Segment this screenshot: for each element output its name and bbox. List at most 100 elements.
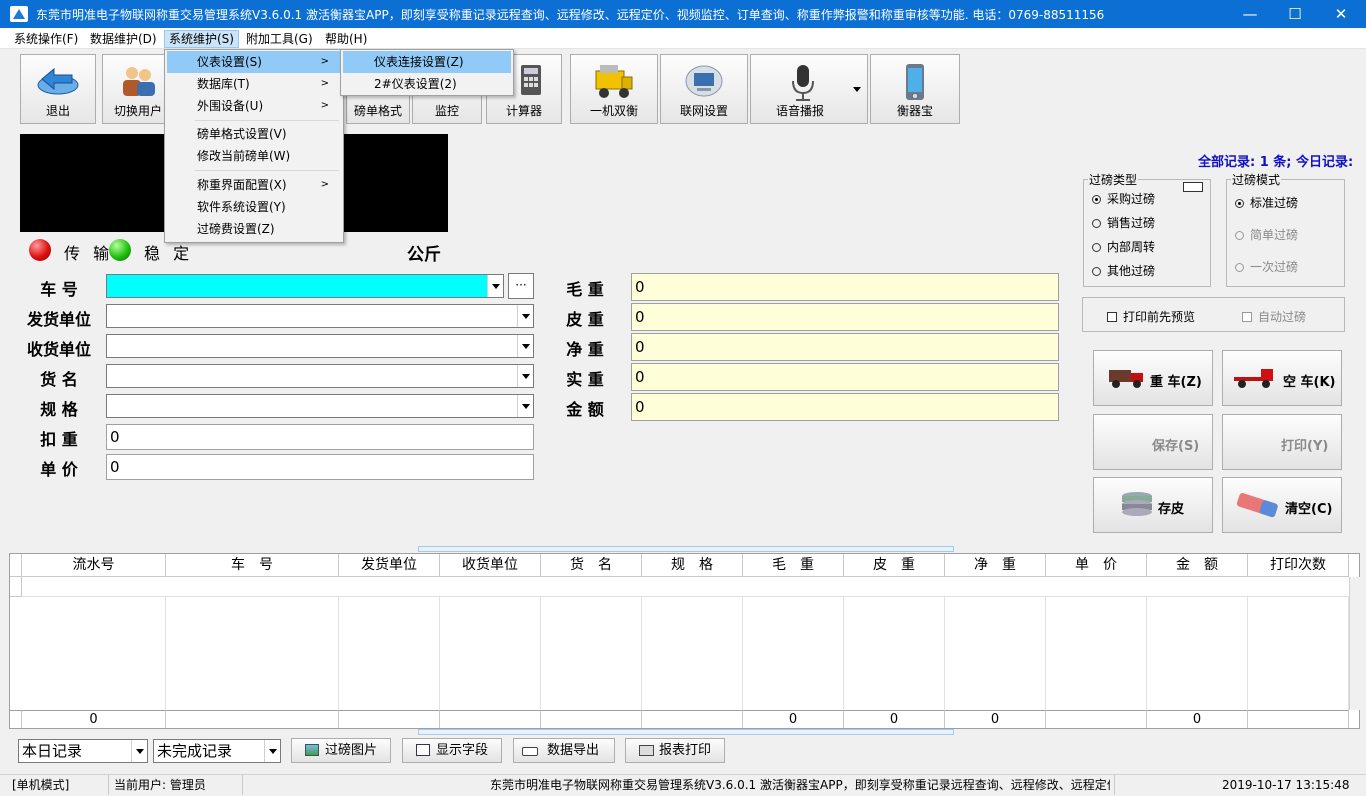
menu-extra-tools[interactable]: 附加工具(G) bbox=[242, 30, 317, 48]
print-button[interactable]: 打印(Y) bbox=[1222, 414, 1342, 470]
menu-system-operation[interactable]: 系统操作(F) bbox=[10, 30, 82, 48]
chevron-down-icon[interactable] bbox=[517, 305, 533, 327]
record-status-select[interactable]: 未完成记录 bbox=[153, 739, 281, 763]
show-fields-button[interactable]: 显示字段 bbox=[402, 738, 502, 763]
menu-item-instrument-2[interactable]: 2#仪表设置(2) bbox=[343, 73, 511, 95]
report-print-label: 报表打印 bbox=[659, 743, 712, 758]
actual-weight-input[interactable]: 0 bbox=[631, 363, 1059, 391]
report-print-button[interactable]: 报表打印 bbox=[625, 738, 725, 763]
column-header[interactable]: 货 名 bbox=[541, 554, 642, 577]
column-header[interactable]: 车 号 bbox=[166, 554, 339, 577]
empty-truck-button[interactable]: 空 车(K) bbox=[1222, 350, 1342, 406]
heavy-truck-button[interactable]: 重 车(Z) bbox=[1093, 350, 1213, 406]
column-header[interactable]: 净 重 bbox=[945, 554, 1046, 577]
chevron-down-icon[interactable] bbox=[264, 740, 280, 762]
exit-button[interactable]: 退出 bbox=[20, 54, 96, 124]
chevron-down-icon[interactable] bbox=[131, 740, 147, 762]
chevron-down-icon[interactable] bbox=[487, 275, 503, 297]
tare-weight-input[interactable]: 0 bbox=[631, 303, 1059, 331]
actual-weight-label: 实 重 bbox=[566, 370, 604, 389]
menu-item-instrument-settings[interactable]: 仪表设置(S) > bbox=[167, 51, 341, 73]
maximize-button[interactable]: ☐ bbox=[1272, 0, 1318, 28]
clear-button[interactable]: 清空(C) bbox=[1222, 477, 1342, 533]
menu-item-slip-format-settings[interactable]: 磅单格式设置(V) bbox=[167, 123, 341, 145]
menu-item-instrument-connection[interactable]: 仪表连接设置(Z) bbox=[343, 51, 511, 73]
unit-label: 公斤 bbox=[407, 245, 441, 265]
splitter-handle[interactable] bbox=[418, 546, 954, 552]
menu-item-edit-current-slip[interactable]: 修改当前磅单(W) bbox=[167, 145, 341, 167]
menu-item-peripherals[interactable]: 外围设备(U) > bbox=[167, 95, 341, 117]
sender-combo[interactable] bbox=[106, 304, 534, 328]
receiver-combo[interactable] bbox=[106, 334, 534, 358]
amount-input[interactable]: 0 bbox=[631, 393, 1059, 421]
radio-once[interactable]: 一次过磅 bbox=[1235, 258, 1298, 275]
splitter-handle-bottom[interactable] bbox=[418, 729, 954, 735]
auto-weigh-checkbox[interactable]: 自动过磅 bbox=[1242, 308, 1306, 325]
plate-combo[interactable] bbox=[106, 274, 504, 298]
weigh-picture-button[interactable]: 过磅图片 bbox=[291, 738, 391, 763]
chevron-down-icon[interactable] bbox=[517, 365, 533, 387]
gross-weight-input[interactable]: 0 bbox=[631, 273, 1059, 301]
row-selector[interactable] bbox=[10, 577, 22, 597]
column-header[interactable]: 流水号 bbox=[22, 554, 166, 577]
menu-item-ui-config[interactable]: 称重界面配置(X) > bbox=[167, 174, 341, 196]
column-header[interactable]: 毛 重 bbox=[743, 554, 844, 577]
column-header[interactable]: 收货单位 bbox=[440, 554, 541, 577]
menu-help[interactable]: 帮助(H) bbox=[321, 30, 371, 48]
stable-label: 稳 定 bbox=[144, 244, 194, 263]
total-cell bbox=[166, 710, 339, 728]
radio-internal[interactable]: 内部周转 bbox=[1092, 238, 1155, 255]
radio-standard[interactable]: 标准过磅 bbox=[1235, 194, 1298, 211]
scale-treasure-button[interactable]: 衡器宝 bbox=[870, 54, 960, 124]
mobile-phone-icon bbox=[906, 64, 924, 100]
exit-label: 退出 bbox=[45, 104, 70, 118]
column-header[interactable]: 金 额 bbox=[1147, 554, 1248, 577]
record-range-select[interactable]: 本日记录 bbox=[18, 739, 148, 763]
column-header[interactable]: 皮 重 bbox=[844, 554, 945, 577]
export-data-button[interactable]: 数据导出 bbox=[513, 738, 615, 763]
column-header[interactable]: 规 格 bbox=[642, 554, 743, 577]
spec-combo[interactable] bbox=[106, 394, 534, 418]
radio-simple[interactable]: 简单过磅 bbox=[1235, 226, 1298, 243]
clear-label: 清空(C) bbox=[1285, 502, 1333, 517]
store-tare-button[interactable]: 存皮 bbox=[1093, 477, 1213, 533]
total-cell bbox=[440, 710, 541, 728]
deduction-input[interactable]: 0 bbox=[106, 424, 534, 450]
radio-sales[interactable]: 销售过磅 bbox=[1092, 214, 1155, 231]
menu-item-database[interactable]: 数据库(T) > bbox=[167, 73, 341, 95]
browse-button[interactable]: ··· bbox=[508, 273, 534, 299]
column-header[interactable]: 打印次数 bbox=[1248, 554, 1349, 577]
unit-price-input[interactable]: 0 bbox=[106, 454, 534, 480]
radio-purchase[interactable]: 采购过磅 bbox=[1092, 190, 1155, 207]
chevron-down-icon[interactable] bbox=[517, 335, 533, 357]
menu-item-software-settings[interactable]: 软件系统设置(Y) bbox=[167, 196, 341, 218]
save-button[interactable]: 保存(S) bbox=[1093, 414, 1213, 470]
status-bar: [单机模式] 当前用户: 管理员 东莞市明准电子物联网称重交易管理系统V3.6.… bbox=[0, 774, 1366, 796]
weigh-type-title: 过磅类型 bbox=[1088, 171, 1139, 188]
chevron-down-icon[interactable] bbox=[517, 395, 533, 417]
minimize-button[interactable]: — bbox=[1227, 0, 1273, 28]
records-table[interactable]: 流水号 车 号 发货单位 收货单位 货 名 规 格 毛 重 皮 重 净 重 单 … bbox=[9, 553, 1360, 729]
printer-icon bbox=[639, 745, 654, 756]
table-row[interactable] bbox=[22, 577, 1349, 597]
dropdown-arrow-icon[interactable] bbox=[853, 87, 861, 92]
deduction-label: 扣 重 bbox=[40, 430, 78, 449]
print-label: 打印(Y) bbox=[1281, 439, 1329, 454]
menu-item-weigh-fee-settings[interactable]: 过磅费设置(Z) bbox=[167, 218, 341, 240]
spec-label: 规 格 bbox=[40, 400, 78, 419]
column-header[interactable]: 发货单位 bbox=[339, 554, 440, 577]
menu-system-maintenance[interactable]: 系统维护(S) bbox=[164, 30, 239, 48]
network-settings-button[interactable]: 联网设置 bbox=[660, 54, 748, 124]
voice-broadcast-button[interactable]: 语音播报 bbox=[750, 54, 868, 124]
vertical-scrollbar[interactable] bbox=[1349, 577, 1360, 710]
dual-scale-button[interactable]: 一机双衡 bbox=[570, 54, 658, 124]
radio-other[interactable]: 其他过磅 bbox=[1092, 262, 1155, 279]
column-header[interactable]: 单 价 bbox=[1046, 554, 1147, 577]
table-body[interactable] bbox=[10, 597, 1349, 710]
preview-before-print-checkbox[interactable]: 打印前先预览 bbox=[1107, 308, 1195, 325]
net-weight-input[interactable]: 0 bbox=[631, 333, 1059, 361]
truck-icon bbox=[1109, 370, 1143, 388]
menu-data-maintenance[interactable]: 数据维护(D) bbox=[86, 30, 161, 48]
goods-combo[interactable] bbox=[106, 364, 534, 388]
close-button[interactable]: ✕ bbox=[1318, 0, 1364, 28]
